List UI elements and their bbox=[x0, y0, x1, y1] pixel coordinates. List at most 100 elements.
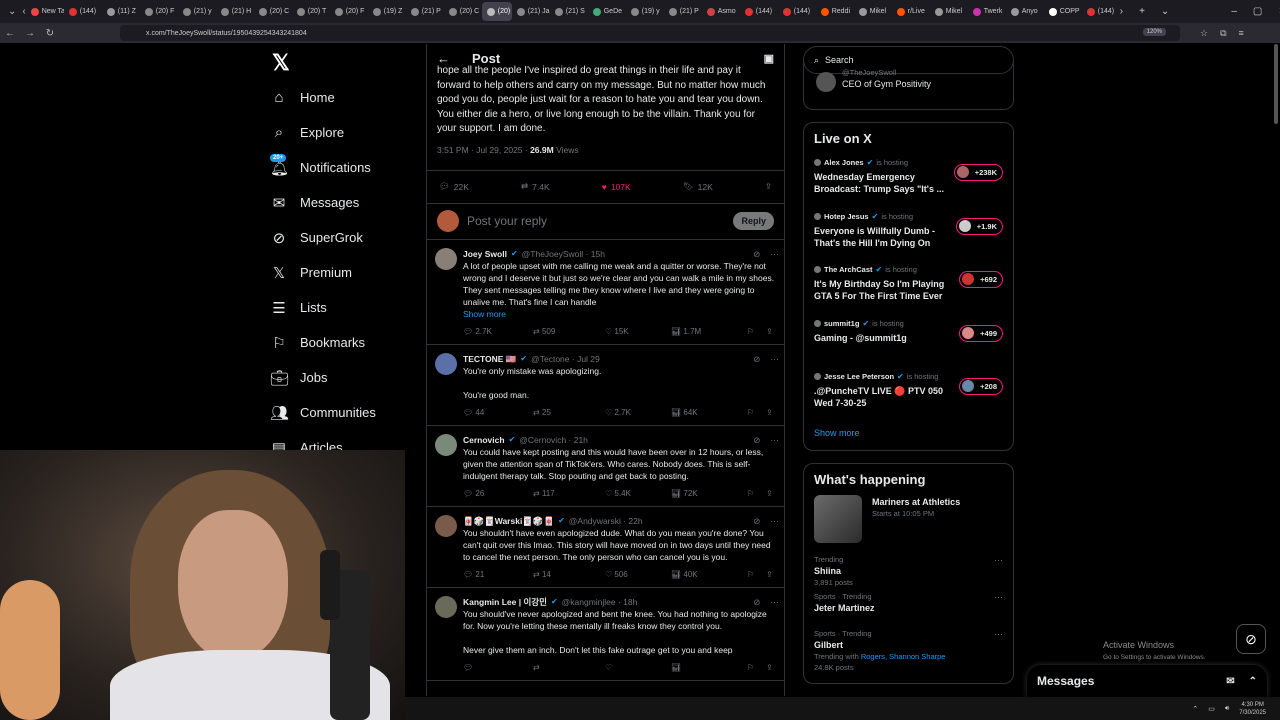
reply-action[interactable]: 💬︎ 26 bbox=[463, 488, 533, 500]
reply-action[interactable]: 💬︎ 22K bbox=[439, 181, 469, 192]
share-icon[interactable]: ⇪ bbox=[765, 181, 772, 192]
avatar[interactable] bbox=[435, 247, 457, 270]
more-options-icon[interactable]: ⋯ bbox=[994, 592, 1003, 603]
repost-action[interactable]: ⇄ bbox=[533, 662, 605, 674]
reply-item[interactable]: 🀄🎲🃏Warski🃏🎲🀄 ✔ @Andywarski · 22h ⊘ ⋯ You shou… bbox=[427, 507, 784, 588]
share-icon[interactable]: ⇪ bbox=[766, 488, 773, 500]
reply-item[interactable]: Cernovich ✔ @Cernovich · 21h ⊘ ⋯ You could ha… bbox=[427, 426, 784, 507]
browser-tab[interactable]: Anyo bbox=[1006, 2, 1044, 21]
browser-tab[interactable]: (21) Ja bbox=[512, 2, 550, 21]
expand-icon[interactable]: ⌃ bbox=[1249, 676, 1257, 687]
sidebar-item-notifications[interactable]: 🔔︎ 20+ Notifications bbox=[270, 150, 420, 185]
reply-item[interactable]: Joey Swoll ✔ @TheJoeySwoll · 15h ⊘ ⋯ A lot of… bbox=[427, 240, 784, 345]
reply-handle[interactable]: @Cernovich · 21h bbox=[519, 434, 588, 446]
reply-author-name[interactable]: Joey Swoll bbox=[463, 248, 507, 260]
trend-item[interactable]: Sports · Trending Gilbert Trending with Ro… bbox=[804, 623, 1013, 683]
views-action[interactable]: 📊︎ 1.7M bbox=[671, 326, 747, 338]
messages-drawer[interactable]: Messages ✉ ⌃ bbox=[1027, 665, 1267, 697]
reply-input[interactable]: Post your reply bbox=[467, 214, 725, 228]
volume-icon[interactable]: 🔊︎ bbox=[1225, 705, 1229, 713]
bookmark-action[interactable]: 🔖︎ 12K bbox=[683, 181, 713, 192]
live-listener-count[interactable]: +499 bbox=[959, 324, 1003, 342]
live-listener-count[interactable]: +238K bbox=[953, 164, 1003, 181]
browser-tab[interactable]: GeDe bbox=[588, 2, 626, 21]
views-action[interactable]: 📊︎ 40K bbox=[671, 569, 747, 581]
reader-mode-icon[interactable]: ▣ bbox=[764, 52, 774, 65]
reply-author-name[interactable]: 🀄🎲🃏Warski🃏🎲🀄 bbox=[463, 515, 554, 527]
sidebar-item-bookmarks[interactable]: ⚐ Bookmarks bbox=[270, 325, 420, 360]
trend-item[interactable]: Trending Shiina 3,891 posts ⋯ bbox=[804, 549, 1013, 587]
browser-tab[interactable]: (144) bbox=[778, 2, 816, 21]
tray-chevron-icon[interactable]: ⌃ bbox=[1192, 705, 1198, 713]
browser-tab[interactable]: Mikel bbox=[854, 2, 892, 21]
event-item[interactable]: Mariners at Athletics Starts at 10:05 PM bbox=[804, 493, 1013, 549]
sidebar-item-messages[interactable]: ✉ Messages bbox=[270, 185, 420, 220]
avatar[interactable] bbox=[435, 514, 457, 537]
reply-handle[interactable]: @Andywarski · 22h bbox=[569, 515, 643, 527]
browser-tab[interactable]: (11) Z bbox=[102, 2, 140, 21]
browser-tab[interactable]: Asmo bbox=[702, 2, 740, 21]
more-options-icon[interactable]: ⋯ bbox=[770, 596, 779, 608]
reply-action[interactable]: 💬︎ 21 bbox=[463, 569, 533, 581]
sidebar-item-lists[interactable]: ☰ Lists bbox=[270, 290, 420, 325]
live-listener-count[interactable]: +1.9K bbox=[955, 217, 1003, 235]
browser-tab[interactable]: (20) F bbox=[140, 2, 178, 21]
address-bar[interactable]: x.com/TheJoeySwoll/status/19504392543432… bbox=[120, 25, 1180, 41]
reply-action[interactable]: 💬︎ 2.7K bbox=[463, 326, 533, 338]
live-listener-count[interactable]: +208 bbox=[959, 378, 1003, 395]
bookmark-icon[interactable]: ⚐ bbox=[747, 662, 754, 674]
grok-icon[interactable]: ⊘ bbox=[753, 515, 760, 527]
bookmark-star-icon[interactable]: ☆ bbox=[1200, 28, 1208, 39]
show-more-link[interactable]: Show more bbox=[804, 420, 1013, 450]
avatar[interactable] bbox=[435, 595, 457, 618]
reply-item[interactable]: TECTONE 🇺🇸 ✔ @Tectone · Jul 29 ⊘ ⋯ You're onl… bbox=[427, 345, 784, 426]
sidebar-item-supergrok[interactable]: ⊘ SuperGrok bbox=[270, 220, 420, 255]
like-action[interactable]: ♡ 15K bbox=[605, 326, 671, 338]
browser-tab[interactable]: r/Live bbox=[892, 2, 930, 21]
browser-tab[interactable]: (20) C bbox=[254, 2, 292, 21]
browser-tab[interactable]: New Ta bbox=[26, 2, 64, 21]
browser-tab[interactable]: (19) Z bbox=[368, 2, 406, 21]
browser-tab[interactable]: (144) bbox=[740, 2, 778, 21]
grok-icon[interactable]: ⊘ bbox=[753, 353, 760, 365]
live-listener-count[interactable]: +692 bbox=[959, 271, 1003, 288]
repost-action[interactable]: ⇄ 7.4K bbox=[521, 181, 550, 192]
reply-action[interactable]: 💬︎ bbox=[463, 662, 533, 674]
bookmark-icon[interactable]: ⚐ bbox=[747, 488, 754, 500]
maximize-icon[interactable]: ▢ bbox=[1253, 6, 1262, 17]
x-logo-icon[interactable]: 𝕏 bbox=[270, 44, 420, 80]
like-action[interactable]: ♡ 5.4K bbox=[605, 488, 671, 500]
back-icon[interactable]: ← bbox=[0, 28, 20, 39]
extensions-icon[interactable]: ⧉ bbox=[1220, 28, 1226, 39]
repost-action[interactable]: ⇄ 14 bbox=[533, 569, 605, 581]
sidebar-item-home[interactable]: ⌂ Home bbox=[270, 80, 420, 115]
browser-tab[interactable]: (21) y bbox=[178, 2, 216, 21]
new-message-icon[interactable]: ✉ bbox=[1226, 676, 1234, 687]
forward-icon[interactable]: → bbox=[20, 28, 40, 39]
repost-action[interactable]: ⇄ 117 bbox=[533, 488, 605, 500]
share-icon[interactable]: ⇪ bbox=[766, 569, 773, 581]
browser-tab[interactable]: (21) P bbox=[406, 2, 444, 21]
browser-tab[interactable]: COPP bbox=[1044, 2, 1082, 21]
zoom-level[interactable]: 120% bbox=[1142, 28, 1166, 36]
taskbar-clock[interactable]: 4:30 PM 7/30/2025 bbox=[1239, 701, 1266, 717]
sidebar-item-explore[interactable]: ⌕ Explore bbox=[270, 115, 420, 150]
reply-item[interactable]: Kangmin Lee | 이강민 ✔ @kangminjlee · 18h ⊘ ⋯ Yo… bbox=[427, 588, 784, 681]
tab-scroll-right-icon[interactable]: › bbox=[1120, 6, 1123, 17]
browser-tab[interactable]: Reddi bbox=[816, 2, 854, 21]
avatar[interactable] bbox=[435, 433, 457, 456]
avatar[interactable] bbox=[435, 352, 457, 375]
like-action[interactable]: ♡ 2.7K bbox=[605, 407, 671, 419]
reply-author-name[interactable]: Kangmin Lee | 이강민 bbox=[463, 596, 547, 608]
bookmark-icon[interactable]: ⚐ bbox=[747, 326, 754, 338]
browser-tab[interactable]: (21) S bbox=[550, 2, 588, 21]
browser-tab[interactable]: (19) y bbox=[626, 2, 664, 21]
browser-tab[interactable]: (144) bbox=[1082, 2, 1120, 21]
reply-handle[interactable]: @Tectone · Jul 29 bbox=[531, 353, 600, 365]
browser-tab[interactable]: (20) T bbox=[292, 2, 330, 21]
browser-tab[interactable]: (21) H bbox=[216, 2, 254, 21]
network-icon[interactable]: ▭ bbox=[1208, 705, 1215, 713]
bookmark-icon[interactable]: ⚐ bbox=[747, 407, 754, 419]
grok-icon[interactable]: ⊘ bbox=[753, 434, 760, 446]
reply-handle[interactable]: @TheJoeySwoll · 15h bbox=[522, 248, 605, 260]
